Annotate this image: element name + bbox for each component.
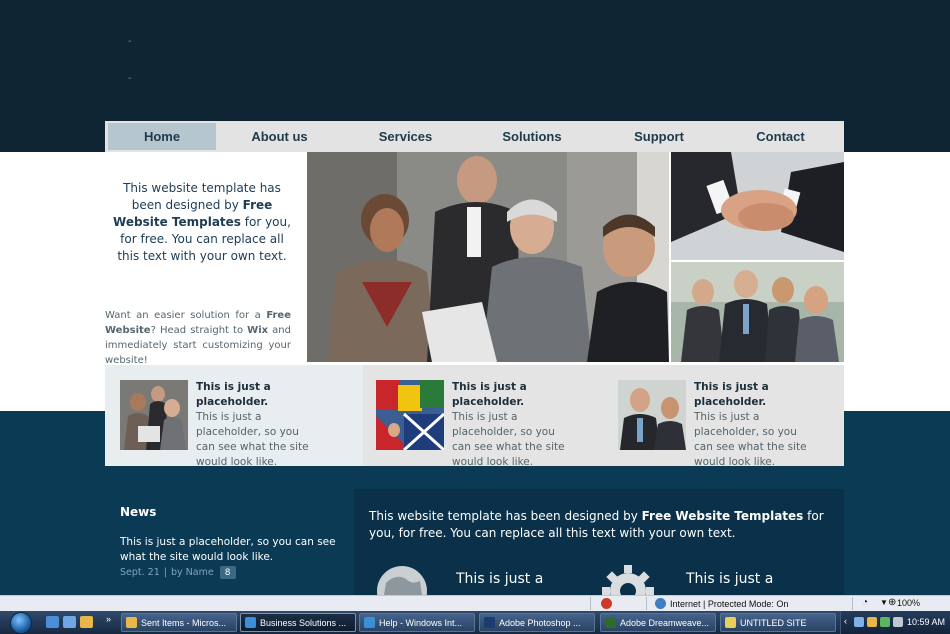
feature-panel: This website template has been designed …: [354, 489, 844, 595]
protected-mode-icon[interactable]: ◔: [862, 597, 868, 608]
globe-icon: [377, 566, 427, 595]
zoom-level[interactable]: 100%: [897, 598, 920, 608]
taskbar-item-label: Sent Items - Micros...: [141, 617, 227, 628]
quick-launch: [46, 616, 97, 628]
system-tray: ‹ 10:59 AM: [840, 611, 950, 634]
main-nav: Home About us Services Solutions Support…: [105, 121, 844, 152]
placeholder-title[interactable]: This is just a placeholder.: [196, 380, 321, 410]
header-dash: -: [128, 36, 132, 47]
zoom-icon[interactable]: ⊕: [888, 597, 896, 608]
more-quick-launch-icon[interactable]: »: [106, 614, 111, 624]
team-photo: [671, 262, 844, 362]
taskbar-item-label: UNTITLED SITE: [740, 617, 807, 628]
nav-contact[interactable]: Contact: [722, 123, 839, 150]
folder-icon: [725, 617, 736, 628]
notification-icon[interactable]: [867, 617, 877, 627]
feature-text-part: This website template has been designed …: [369, 509, 642, 523]
nav-about-us[interactable]: About us: [216, 123, 343, 150]
news-date: Sept. 21: [120, 567, 160, 578]
feature-subheading: This is just a: [686, 571, 774, 587]
status-separator: [646, 597, 647, 610]
news-text: This is just a placeholder, so you can s…: [120, 536, 336, 563]
meeting-photo: [307, 152, 669, 362]
taskbar-item[interactable]: Help - Windows Int...: [359, 613, 475, 632]
taskbar-item[interactable]: Adobe Dreamweave...: [600, 613, 716, 632]
nav-support[interactable]: Support: [596, 123, 722, 150]
nav-services[interactable]: Services: [343, 123, 468, 150]
dreamweaver-icon: [605, 617, 616, 628]
taskbar-item-label: Adobe Photoshop ...: [499, 617, 581, 628]
chevron-down-icon[interactable]: ▼: [880, 598, 888, 607]
feature-link-free-website-templates[interactable]: Free Website Templates: [642, 509, 804, 523]
placeholder-body: This is just a placeholder, so you can s…: [452, 411, 565, 468]
taskbar-item[interactable]: UNTITLED SITE: [720, 613, 836, 632]
placeholder-thumbnail[interactable]: [120, 380, 188, 450]
photoshop-icon: [484, 617, 495, 628]
taskbar-item-label: Help - Windows Int...: [379, 617, 463, 628]
security-zone[interactable]: Internet | Protected Mode: On: [655, 598, 788, 609]
taskbar-item[interactable]: Adobe Photoshop ...: [479, 613, 595, 632]
placeholder-thumbnail[interactable]: [618, 380, 686, 450]
header-dash: -: [128, 73, 132, 84]
taskbar-item-label: Business Solutions ...: [260, 617, 347, 628]
system-clock[interactable]: 10:59 AM: [907, 617, 945, 627]
internet-explorer-icon: [364, 617, 375, 628]
switch-windows-icon[interactable]: [63, 616, 76, 628]
news-meta: Sept. 21 | by Name 8: [120, 566, 236, 579]
feature-text: This website template has been designed …: [369, 508, 829, 542]
intro-text-part: Want an easier solution for a: [105, 310, 267, 321]
status-separator: [590, 597, 591, 610]
chevron-left-icon[interactable]: ‹: [844, 616, 847, 626]
comment-count-badge[interactable]: 8: [219, 566, 236, 579]
intro-text-part: ? Head straight to: [150, 325, 248, 336]
status-separator: [852, 597, 853, 610]
placeholder-body: This is just a placeholder, so you can s…: [694, 411, 807, 468]
intro-text: This website template has been designed …: [108, 180, 296, 265]
news-author-link[interactable]: by Name: [171, 567, 214, 578]
start-button[interactable]: [6, 611, 36, 634]
feature-subheading: This is just a: [456, 571, 544, 587]
internet-explorer-icon: [245, 617, 256, 628]
outlook-icon[interactable]: [80, 616, 93, 628]
nav-solutions[interactable]: Solutions: [468, 123, 596, 150]
outlook-icon: [126, 617, 137, 628]
placeholder-strip: This is just a placeholder. This is just…: [105, 365, 844, 468]
internet-zone-icon: [655, 598, 666, 609]
handshake-photo: [671, 152, 844, 260]
news-separator: |: [163, 567, 167, 578]
placeholder-body: This is just a placeholder, so you can s…: [196, 411, 309, 468]
taskbar: » Sent Items - Micros... Business Soluti…: [0, 611, 950, 634]
news-heading: News: [120, 505, 157, 519]
intro-secondary-text: Want an easier solution for a Free Websi…: [105, 308, 291, 368]
intro-link-wix[interactable]: Wix: [247, 325, 268, 336]
nav-home[interactable]: Home: [108, 123, 216, 150]
browser-status-bar: Internet | Protected Mode: On ◔ ▼ ⊕ 100%: [0, 595, 950, 611]
placeholder-thumbnail[interactable]: [376, 380, 444, 450]
gear-icon: [602, 565, 654, 595]
show-desktop-icon[interactable]: [46, 616, 59, 628]
security-icon[interactable]: [880, 617, 890, 627]
taskbar-item[interactable]: Business Solutions ...: [240, 613, 356, 632]
windows-logo-icon: [10, 611, 32, 634]
security-zone-label: Internet | Protected Mode: On: [670, 598, 789, 609]
placeholder-title[interactable]: This is just a placeholder.: [452, 380, 577, 410]
placeholder-title[interactable]: This is just a placeholder.: [694, 380, 819, 410]
taskbar-item[interactable]: Sent Items - Micros...: [121, 613, 237, 632]
taskbar-item-label: Adobe Dreamweave...: [620, 617, 710, 628]
volume-icon[interactable]: [893, 617, 903, 627]
popup-blocked-icon[interactable]: [601, 598, 612, 609]
network-icon[interactable]: [854, 617, 864, 627]
